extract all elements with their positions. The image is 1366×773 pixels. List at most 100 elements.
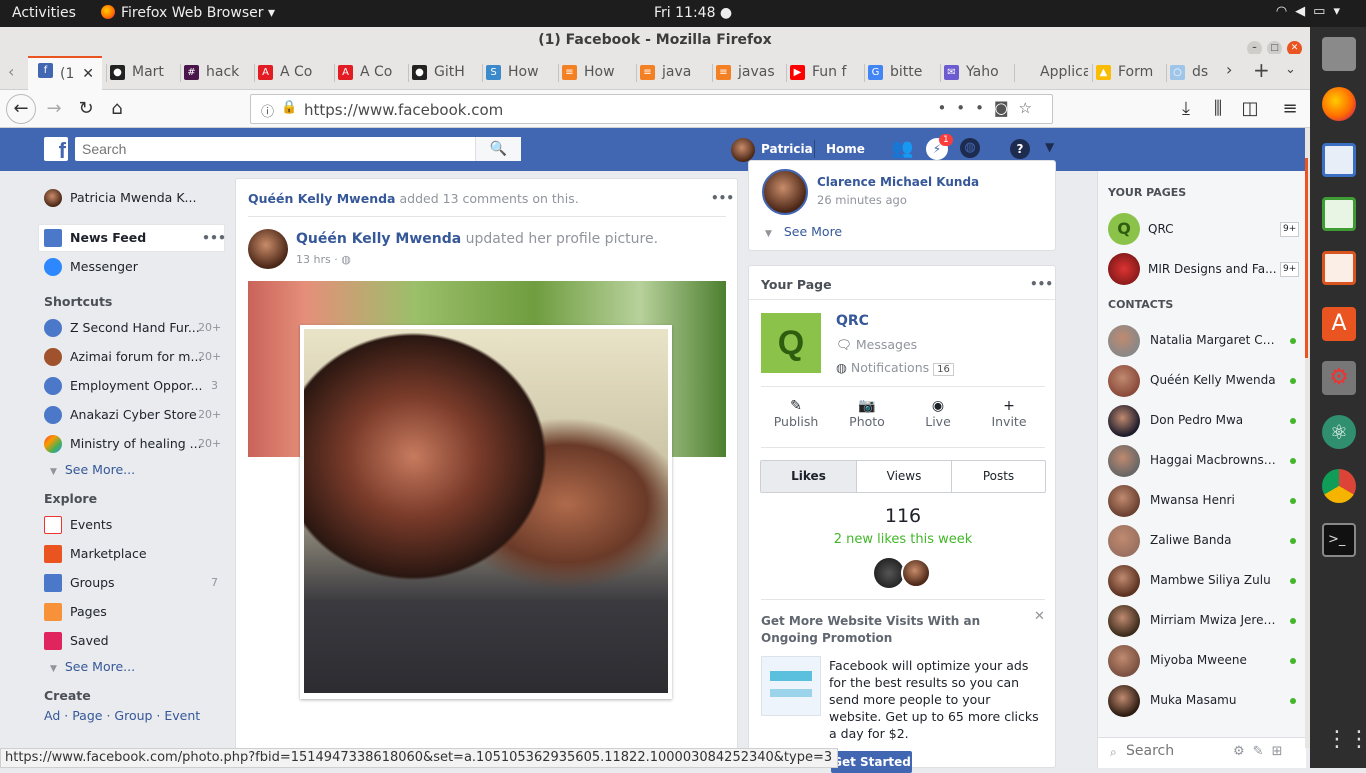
create-group-link[interactable]: Group bbox=[114, 708, 152, 723]
clock[interactable]: Fri 11:48 ● bbox=[654, 5, 732, 21]
page-item[interactable]: MIR Designs and Fa... 9+ bbox=[1108, 253, 1300, 285]
sidebar-icon[interactable]: ◫ bbox=[1236, 95, 1264, 123]
contact-item[interactable]: Don Pedro Mwa bbox=[1108, 401, 1298, 441]
avatar[interactable] bbox=[248, 229, 288, 269]
globe-notifications-icon[interactable]: ◍ bbox=[960, 138, 980, 158]
see-more-shortcuts[interactable]: ▼ See More... bbox=[50, 462, 135, 477]
account-menu-chevron-down-icon[interactable]: ▼ bbox=[1045, 140, 1054, 154]
tab-16[interactable]: ○ ds bbox=[1170, 60, 1218, 90]
tab-7[interactable]: S How bbox=[486, 60, 554, 90]
terminal-icon[interactable]: >_ bbox=[1322, 523, 1356, 557]
page-logo[interactable]: Q bbox=[761, 313, 821, 373]
invite-button[interactable]: + Invite bbox=[974, 398, 1044, 429]
notif-name[interactable]: Clarence Michael Kunda bbox=[817, 175, 979, 189]
app-menu[interactable]: Firefox Web Browser ▾ bbox=[101, 5, 275, 21]
audience-globe-icon[interactable]: ◍ bbox=[341, 253, 351, 266]
atom-icon[interactable]: ⚛ bbox=[1322, 415, 1356, 449]
scroll-tabs-right-icon[interactable]: › bbox=[1226, 60, 1232, 79]
activities-button[interactable]: Activities bbox=[12, 5, 76, 21]
tab-9[interactable]: ≡ java bbox=[640, 60, 708, 90]
system-tray[interactable]: ◠◀▭▾ bbox=[1276, 4, 1348, 19]
home-button[interactable]: ⌂ bbox=[103, 95, 131, 123]
live-button[interactable]: ◉ Live bbox=[903, 398, 973, 429]
contact-item[interactable]: Natalia Margaret Chi... bbox=[1108, 321, 1298, 361]
tab-3[interactable]: # hack bbox=[184, 60, 250, 90]
see-more-explore[interactable]: ▼ See More... bbox=[50, 659, 135, 674]
back-button[interactable]: ← bbox=[6, 94, 36, 124]
get-started-button[interactable]: Get Started bbox=[831, 751, 912, 773]
calc-icon[interactable] bbox=[1322, 197, 1356, 231]
tab-15[interactable]: ▲ Form bbox=[1096, 60, 1162, 90]
show-applications-icon[interactable]: ⋮⋮ bbox=[1326, 727, 1366, 752]
contact-item[interactable]: Mambwe Siliya Zulu bbox=[1108, 561, 1298, 601]
page-messages-link[interactable]: 🗨 Messages bbox=[836, 337, 917, 353]
url-text[interactable]: https://www.facebook.com bbox=[304, 101, 503, 119]
gear-icon[interactable]: ⚙ bbox=[1233, 744, 1253, 759]
story-options-icon[interactable]: ••• bbox=[711, 191, 734, 205]
avatar[interactable] bbox=[901, 558, 931, 588]
info-icon[interactable]: ⓘ bbox=[261, 101, 274, 120]
photo-button[interactable]: 📷 Photo bbox=[832, 398, 902, 429]
bookmark-star-icon[interactable]: ☆ bbox=[1019, 99, 1042, 117]
url-bar[interactable]: ⓘ 🔒 https://www.facebook.com •••◙☆ bbox=[250, 94, 1053, 124]
profile-picture[interactable] bbox=[300, 325, 672, 699]
avatar[interactable] bbox=[731, 138, 755, 162]
impress-icon[interactable] bbox=[1322, 251, 1356, 285]
tab-13[interactable]: ✉ Yaho bbox=[944, 60, 1010, 90]
home-link[interactable]: Home bbox=[826, 142, 865, 156]
actor-link[interactable]: Quéén Kelly Mwenda bbox=[248, 191, 396, 206]
likes-note[interactable]: 2 new likes this week bbox=[749, 532, 1057, 547]
more-options-icon[interactable]: ••• bbox=[202, 226, 226, 250]
software-center-icon[interactable]: A bbox=[1322, 307, 1356, 341]
create-page-link[interactable]: Page bbox=[72, 708, 102, 723]
create-event-link[interactable]: Event bbox=[164, 708, 200, 723]
close-icon[interactable]: ✕ bbox=[1034, 609, 1045, 624]
tab-posts[interactable]: Posts bbox=[951, 461, 1045, 492]
tab-8[interactable]: ≡ How bbox=[562, 60, 632, 90]
reload-button[interactable]: ↻ bbox=[72, 95, 100, 123]
create-ad-link[interactable]: Ad bbox=[44, 708, 60, 723]
see-more-notifications[interactable]: ▼ See More bbox=[765, 224, 842, 239]
post-time[interactable]: 13 hrs bbox=[296, 253, 331, 266]
tab-6[interactable]: ● GitH bbox=[412, 60, 478, 90]
help-icon[interactable]: ? bbox=[1010, 139, 1030, 159]
page-item[interactable]: Q QRC 9+ bbox=[1108, 213, 1300, 245]
contact-item[interactable]: Mwansa Henri bbox=[1108, 481, 1298, 521]
post-author-link[interactable]: Quéén Kelly Mwenda bbox=[296, 231, 461, 247]
profile-link[interactable]: Patricia bbox=[761, 142, 813, 156]
tab-likes[interactable]: Likes bbox=[761, 461, 856, 492]
page-options-icon[interactable]: ••• bbox=[1030, 277, 1053, 291]
settings-icon[interactable]: ⚙ bbox=[1322, 361, 1356, 395]
avatar[interactable] bbox=[762, 169, 808, 215]
contact-item[interactable]: Mirriam Mwiza Jere ... bbox=[1108, 601, 1298, 641]
facebook-logo-icon[interactable]: f bbox=[44, 137, 68, 163]
page-actions-icon[interactable]: ••• bbox=[937, 99, 994, 117]
forward-button[interactable]: → bbox=[40, 95, 68, 123]
menu-icon[interactable]: ≡ bbox=[1276, 95, 1304, 123]
pocket-icon[interactable]: ◙ bbox=[994, 99, 1019, 117]
library-icon[interactable]: ⫼ bbox=[1204, 95, 1232, 123]
files-icon[interactable] bbox=[1322, 37, 1356, 71]
tab-1[interactable]: f (1 ✕ bbox=[28, 56, 102, 90]
tab-views[interactable]: Views bbox=[856, 461, 951, 492]
fb-search-box[interactable]: 🔍 bbox=[75, 137, 521, 161]
scroll-tabs-left-icon[interactable]: ‹ bbox=[8, 62, 14, 81]
page-scrollbar[interactable] bbox=[1305, 128, 1310, 748]
fb-search-input[interactable] bbox=[75, 137, 475, 161]
tab-11[interactable]: ▶ Fun f bbox=[790, 60, 860, 90]
page-notifications-link[interactable]: ◍ Notifications 16 bbox=[836, 360, 954, 376]
new-group-icon[interactable]: ⊞ bbox=[1272, 744, 1291, 759]
tab-10[interactable]: ≡ javas bbox=[716, 60, 782, 90]
chat-search-input[interactable] bbox=[1126, 743, 1226, 759]
contact-item[interactable]: Muka Masamu bbox=[1108, 681, 1298, 721]
tab-12[interactable]: Gbitte bbox=[868, 60, 936, 90]
compose-icon[interactable]: ✎ bbox=[1253, 744, 1272, 759]
new-tab-button[interactable]: + bbox=[1253, 58, 1270, 82]
close-tab-icon[interactable]: ✕ bbox=[82, 62, 94, 86]
contact-item[interactable]: Quéén Kelly Mwenda bbox=[1108, 361, 1298, 401]
contact-item[interactable]: Miyoba Mweene bbox=[1108, 641, 1298, 681]
search-icon[interactable]: 🔍 bbox=[475, 137, 521, 161]
avatar[interactable] bbox=[874, 558, 904, 588]
list-all-tabs-icon[interactable]: ⌄ bbox=[1285, 62, 1296, 77]
writer-icon[interactable] bbox=[1322, 143, 1356, 177]
